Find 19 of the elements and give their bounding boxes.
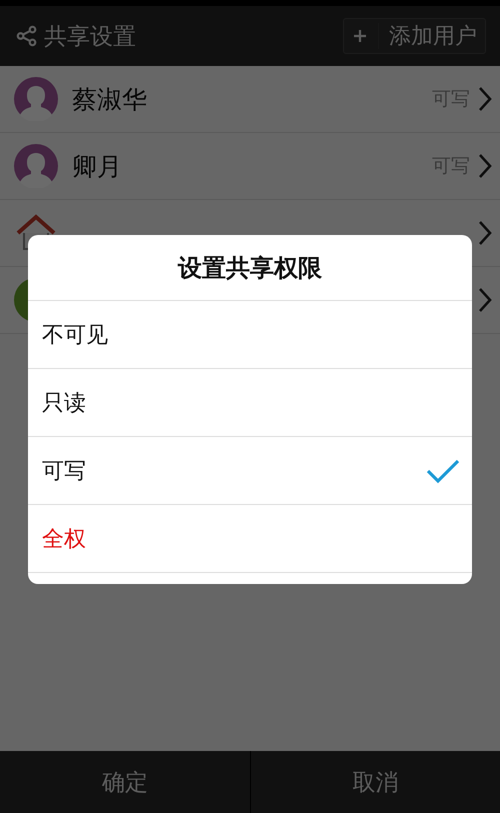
permission-option[interactable]: 不可见 (28, 301, 472, 369)
permission-option[interactable]: 只读 (28, 369, 472, 437)
permission-option[interactable]: 可写 (28, 437, 472, 505)
chevron-icon (478, 86, 492, 112)
user-name: 蔡淑华 (72, 84, 147, 116)
chevron-icon (478, 153, 492, 179)
footer-button[interactable]: 确定 (0, 751, 250, 813)
screen-title: 共享设置 (44, 22, 136, 52)
footer-button[interactable]: 取消 (250, 751, 500, 813)
chevron-icon (478, 287, 492, 313)
share-icon (16, 25, 38, 47)
chevron-icon (478, 220, 492, 246)
add-user-button[interactable]: 添加用户 (343, 18, 486, 54)
avatar-icon (14, 77, 58, 121)
plus-icon (352, 28, 368, 44)
dialog-title: 设置共享权限 (28, 235, 472, 301)
avatar-icon (14, 144, 58, 188)
user-name: 卿月 (72, 150, 122, 182)
permission-option[interactable]: 全权 (28, 505, 472, 573)
